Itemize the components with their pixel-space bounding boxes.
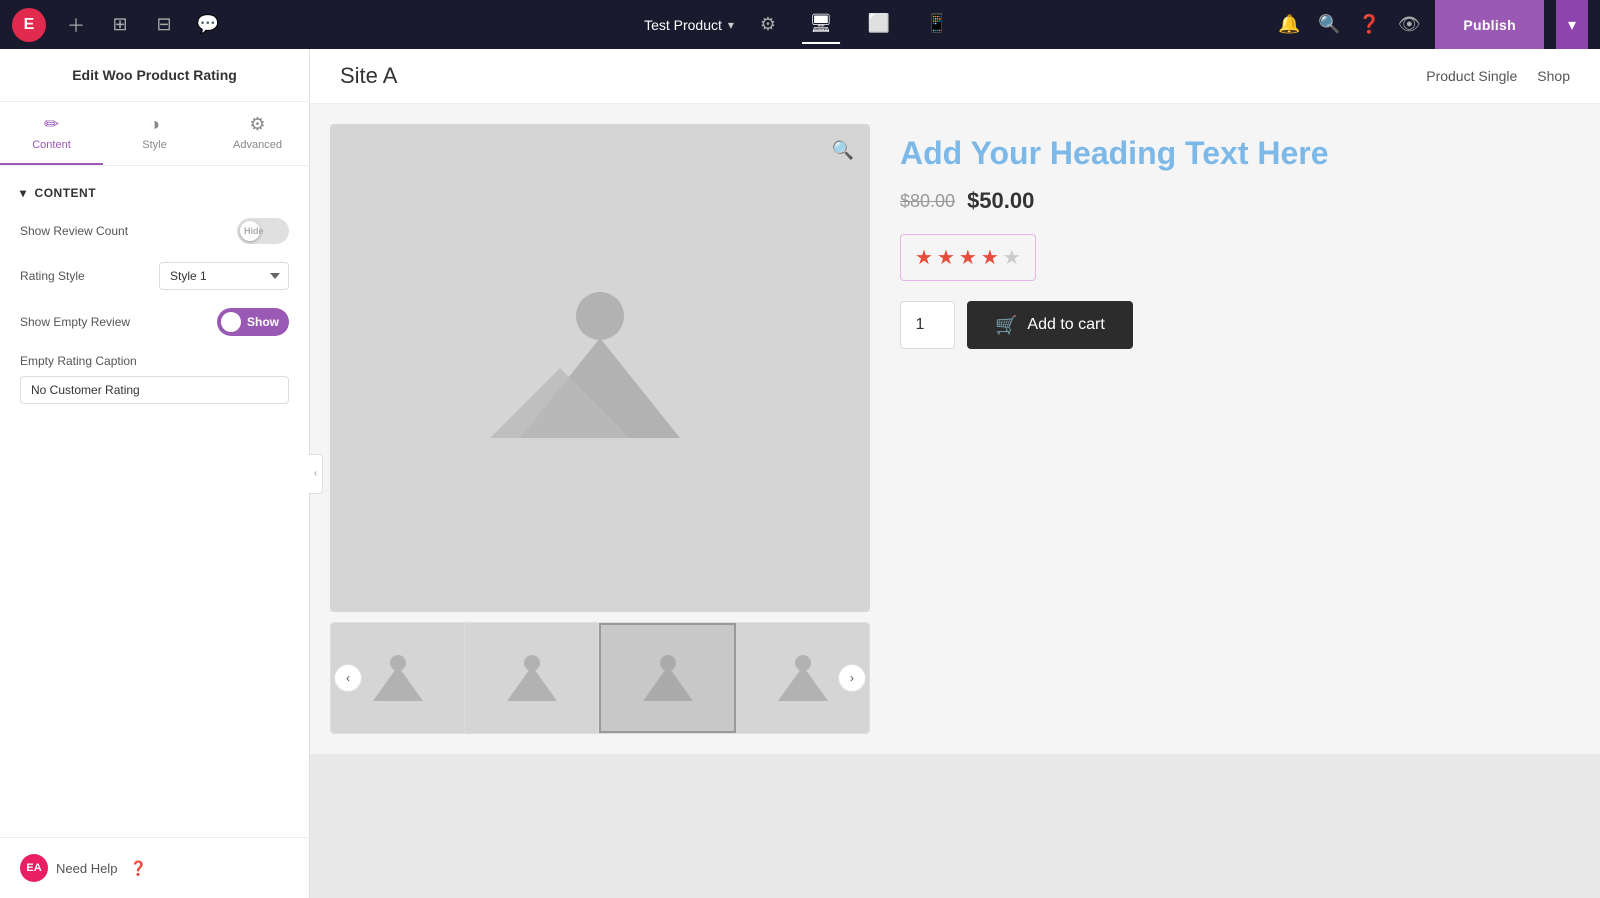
topbar-left: E ＋ ⊞ ⊟ 💬 <box>12 8 222 42</box>
advanced-tab-label: Advanced <box>233 139 282 151</box>
thumb-next-button[interactable]: › <box>838 664 866 692</box>
main-layout: Edit Woo Product Rating ✏ Content ◑ Styl… <box>0 49 1600 898</box>
thumbnail-2[interactable] <box>465 623 599 733</box>
thumbnail-strip <box>330 622 870 734</box>
star-3: ★ <box>959 245 977 270</box>
layers-icon[interactable]: ⊟ <box>150 11 178 39</box>
product-prices: $80.00 $50.00 <box>900 188 1580 214</box>
need-help-label: Need Help <box>56 861 117 876</box>
sidebar-tabs: ✏ Content ◑ Style ⚙ Advanced <box>0 102 309 166</box>
topbar: E ＋ ⊞ ⊟ 💬 Test Product ▾ ⚙ 🖥 ⬜ 📱 🔔 🔍 ❓ 👁… <box>0 0 1600 49</box>
show-empty-review-label: Show Empty Review <box>20 315 130 329</box>
thumb-placeholder-3 <box>638 651 698 706</box>
product-info: Add Your Heading Text Here $80.00 $50.00… <box>900 124 1580 734</box>
sidebar: Edit Woo Product Rating ✏ Content ◑ Styl… <box>0 49 310 898</box>
content-section-title[interactable]: ▾ Content <box>20 186 289 200</box>
style-tab-label: Style <box>142 139 166 151</box>
page-header: Site A Product Single Shop <box>310 49 1600 104</box>
elementor-logo[interactable]: E <box>12 8 46 42</box>
collapse-handle[interactable]: ‹ <box>309 454 323 494</box>
show-review-count-toggle[interactable]: Hide <box>237 218 289 244</box>
need-help-question-icon: ❓ <box>129 860 146 877</box>
show-review-count-row: Show Review Count Hide <box>20 218 289 244</box>
thumb-placeholder-1 <box>368 651 428 706</box>
sale-price: $50.00 <box>967 188 1034 214</box>
cart-row: 🛒 Add to cart <box>900 301 1580 349</box>
toggle-track: Hide <box>237 218 289 244</box>
search-icon[interactable]: 🔍 <box>1315 11 1343 39</box>
show-toggle-text: Show <box>247 315 279 329</box>
empty-rating-caption-label: Empty Rating Caption <box>20 354 137 368</box>
rating-style-label: Rating Style <box>20 269 85 283</box>
add-to-cart-label: Add to cart <box>1027 316 1104 334</box>
product-section: 🔍 ‹ <box>310 104 1600 754</box>
section-chevron: ▾ <box>20 186 27 200</box>
notifications-icon[interactable]: 🔔 <box>1275 11 1303 39</box>
star-5: ★ <box>1003 245 1021 270</box>
sidebar-content: ▾ Content Show Review Count Hide Rating … <box>0 166 309 837</box>
need-help-section[interactable]: EA Need Help ❓ <box>0 837 309 898</box>
empty-rating-caption-row: Empty Rating Caption <box>20 354 289 404</box>
thumb-prev-button[interactable]: ‹ <box>334 664 362 692</box>
toggle-circle <box>221 312 241 332</box>
star-4: ★ <box>981 245 999 270</box>
rating-box: ★ ★ ★ ★ ★ <box>900 234 1036 281</box>
product-heading: Add Your Heading Text Here <box>900 134 1580 172</box>
advanced-tab-icon: ⚙ <box>249 114 265 135</box>
publish-button[interactable]: Publish <box>1435 0 1544 49</box>
site-name-button[interactable]: Test Product ▾ <box>644 17 734 33</box>
placeholder-image <box>490 278 710 458</box>
thumb-placeholder-2 <box>502 651 562 706</box>
sidebar-title: Edit Woo Product Rating <box>20 67 289 83</box>
show-empty-review-row: Show Empty Review Show <box>20 308 289 336</box>
preview-icon[interactable]: 👁 <box>1395 11 1423 39</box>
thumbnail-strip-wrap: ‹ <box>330 622 870 734</box>
device-mobile-button[interactable]: 📱 <box>918 6 956 44</box>
sidebar-header: Edit Woo Product Rating <box>0 49 309 102</box>
show-empty-review-toggle[interactable]: Show <box>217 308 289 336</box>
content-tab-label: Content <box>32 139 71 151</box>
thumbnail-3[interactable] <box>599 623 736 733</box>
add-icon[interactable]: ＋ <box>62 11 90 39</box>
page-nav: Product Single Shop <box>1426 68 1570 84</box>
thumb-placeholder-4 <box>773 651 833 706</box>
canvas-area: Site A Product Single Shop 🔍 <box>310 49 1600 898</box>
style-tab-icon: ◑ <box>149 114 160 135</box>
finder-icon[interactable]: ⊞ <box>106 11 134 39</box>
help-icon[interactable]: ❓ <box>1355 11 1383 39</box>
content-tab-icon: ✏ <box>44 114 59 135</box>
magnifier-icon[interactable]: 🔍 <box>832 140 854 161</box>
star-2: ★ <box>937 245 955 270</box>
cart-icon: 🛒 <box>995 315 1017 336</box>
toggle-off-text: Hide <box>244 226 283 236</box>
show-review-count-label: Show Review Count <box>20 224 128 238</box>
tab-style[interactable]: ◑ Style <box>103 102 206 165</box>
main-product-image: 🔍 <box>330 124 870 612</box>
tab-advanced[interactable]: ⚙ Advanced <box>206 102 309 165</box>
page-title: Site A <box>340 63 397 89</box>
topbar-center: Test Product ▾ ⚙ 🖥 ⬜ 📱 <box>644 6 956 44</box>
device-desktop-button[interactable]: 🖥 <box>802 6 840 44</box>
original-price: $80.00 <box>900 191 955 212</box>
tab-content[interactable]: ✏ Content <box>0 102 103 165</box>
topbar-right: 🔔 🔍 ❓ 👁 Publish ▾ <box>1275 0 1588 49</box>
rating-style-select[interactable]: Style 1 Style 2 Style 3 <box>159 262 289 290</box>
comments-icon[interactable]: 💬 <box>194 11 222 39</box>
nav-shop[interactable]: Shop <box>1537 68 1570 84</box>
publish-arrow-button[interactable]: ▾ <box>1556 0 1588 49</box>
need-help-avatar: EA <box>20 854 48 882</box>
star-1: ★ <box>915 245 933 270</box>
device-tablet-button[interactable]: ⬜ <box>860 6 898 44</box>
rating-style-row: Rating Style Style 1 Style 2 Style 3 <box>20 262 289 290</box>
product-gallery: 🔍 ‹ <box>330 124 870 734</box>
quantity-input[interactable] <box>900 301 955 349</box>
empty-rating-caption-input[interactable] <box>20 376 289 404</box>
nav-product-single[interactable]: Product Single <box>1426 68 1517 84</box>
settings-icon[interactable]: ⚙ <box>754 11 782 39</box>
add-to-cart-button[interactable]: 🛒 Add to cart <box>967 301 1133 349</box>
